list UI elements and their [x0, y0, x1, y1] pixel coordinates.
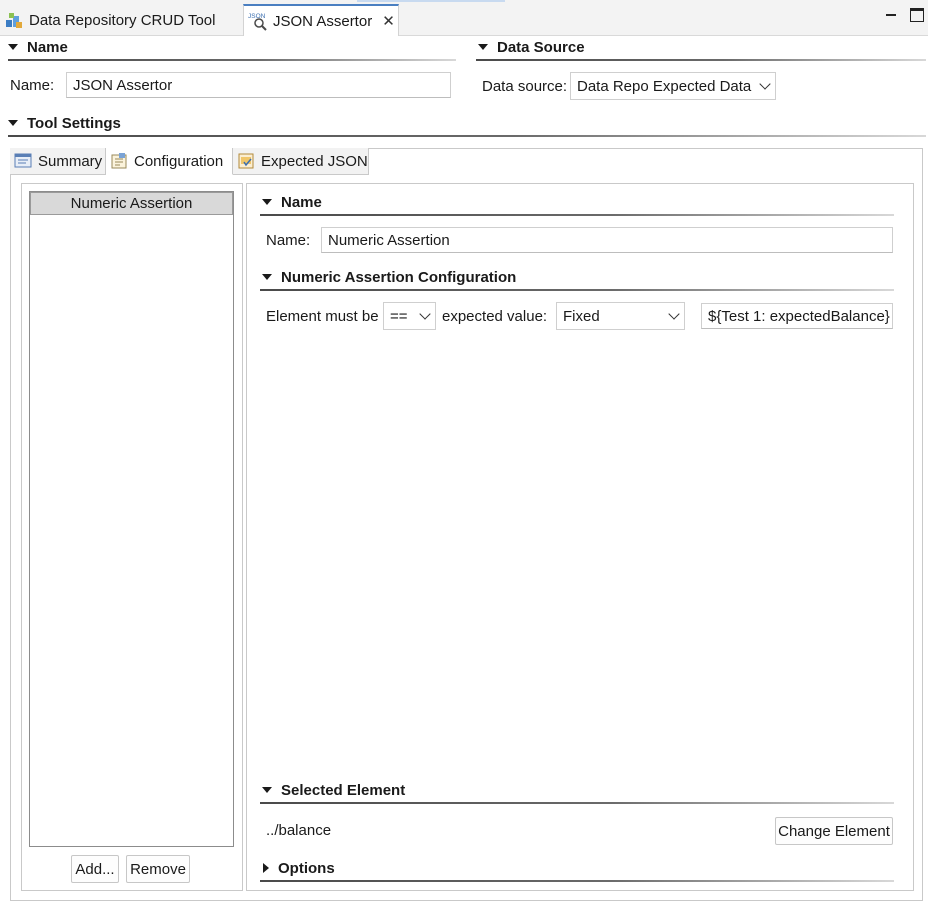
section-rule [8, 59, 456, 61]
data-source-selected: Data Repo Expected Data [577, 77, 752, 95]
selected-element-path: ../balance [266, 822, 332, 839]
expected-mode-selected: Fixed [563, 307, 600, 325]
expand-triangle-icon [262, 274, 272, 280]
chevron-down-icon [759, 77, 771, 90]
name-field[interactable]: JSON Assertor [66, 72, 451, 98]
expected-value-text: ${Test 1: expectedBalance} [708, 307, 890, 325]
remove-button[interactable]: Remove [126, 855, 190, 883]
name-section-header[interactable]: Name [8, 38, 68, 56]
data-repository-icon [6, 13, 22, 28]
tab-label: Summary [38, 152, 103, 170]
tab-expected-json[interactable]: Expected JSON [233, 148, 369, 175]
section-title: Numeric Assertion Configuration [281, 268, 517, 286]
element-must-be-label: Element must be [266, 308, 379, 325]
data-source-section-header[interactable]: Data Source [478, 38, 585, 56]
section-rule [260, 214, 894, 216]
expected-value-field[interactable]: ${Test 1: expectedBalance} [701, 303, 893, 329]
chevron-down-icon [419, 307, 431, 320]
expand-triangle-icon [8, 44, 18, 50]
change-element-button[interactable]: Change Element [775, 817, 893, 845]
tab-strip-highlight [357, 0, 505, 2]
json-assertor-icon: JSON [248, 13, 267, 31]
tab-data-repository-crud-tool[interactable]: Data Repository CRUD Tool [0, 4, 240, 36]
tab-label: Data Repository CRUD Tool [29, 11, 216, 29]
expected-json-icon [238, 153, 254, 169]
name-label: Name: [10, 77, 55, 94]
expand-triangle-icon [8, 120, 18, 126]
section-rule [260, 802, 894, 804]
tab-json-assertor[interactable]: JSON JSON Assertor ✕ [243, 4, 399, 36]
assertion-name-field[interactable]: Numeric Assertion [321, 227, 893, 253]
expand-triangle-icon [262, 199, 272, 205]
assertion-name-value: Numeric Assertion [328, 231, 450, 249]
section-rule [8, 135, 926, 137]
operator-selected: == [390, 307, 408, 325]
expand-triangle-icon [262, 787, 272, 793]
expand-triangle-icon [478, 44, 488, 50]
minimize-icon[interactable] [884, 8, 898, 22]
data-source-label: Data source: [482, 78, 568, 95]
section-rule [476, 59, 926, 61]
configuration-icon [111, 153, 127, 169]
tab-configuration[interactable]: Configuration [106, 148, 233, 175]
tab-label: Configuration [134, 152, 224, 170]
list-item[interactable]: Numeric Assertion [30, 192, 233, 215]
section-title: Options [278, 859, 335, 877]
tool-settings-header[interactable]: Tool Settings [8, 114, 121, 132]
add-button[interactable]: Add... [71, 855, 119, 883]
details-name-header[interactable]: Name [262, 193, 322, 211]
tool-settings-tabs: Summary Configuration Expected JSON [10, 148, 369, 175]
operator-select[interactable]: == [383, 302, 436, 330]
close-icon[interactable]: ✕ [382, 12, 395, 30]
section-title: Tool Settings [27, 114, 121, 132]
summary-icon [14, 153, 32, 168]
tab-summary[interactable]: Summary [10, 148, 106, 175]
expected-value-label: expected value: [442, 308, 548, 325]
chevron-down-icon [668, 307, 680, 320]
maximize-icon[interactable] [910, 8, 924, 22]
section-rule [260, 289, 894, 291]
tab-label: JSON Assertor [273, 12, 373, 30]
numeric-config-header[interactable]: Numeric Assertion Configuration [262, 268, 516, 286]
details-name-label: Name: [266, 232, 311, 249]
options-header[interactable]: Options [263, 859, 335, 877]
section-title: Name [27, 38, 68, 56]
section-title: Data Source [497, 38, 585, 56]
collapsed-triangle-icon [263, 863, 269, 873]
data-source-select[interactable]: Data Repo Expected Data [570, 72, 776, 100]
section-rule [260, 880, 894, 882]
name-field-value: JSON Assertor [73, 76, 173, 94]
tab-label: Expected JSON [261, 152, 368, 170]
section-title: Selected Element [281, 781, 406, 799]
assertion-list[interactable] [29, 191, 234, 847]
list-item-label: Numeric Assertion [70, 195, 193, 212]
expected-mode-select[interactable]: Fixed [556, 302, 685, 330]
section-title: Name [281, 193, 322, 211]
selected-element-header[interactable]: Selected Element [262, 781, 405, 799]
